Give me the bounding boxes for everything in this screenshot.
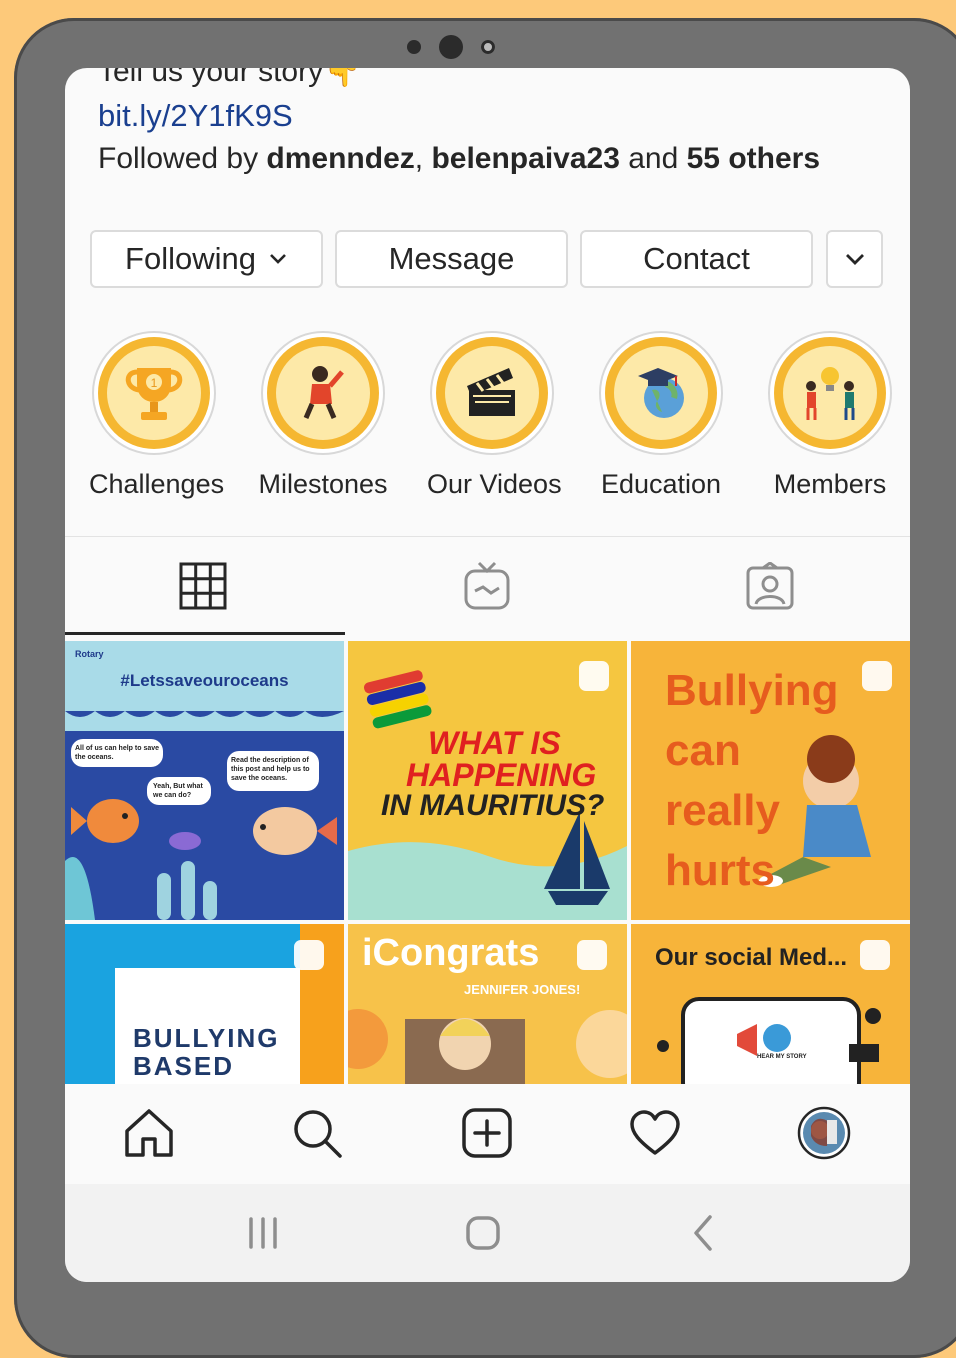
system-back[interactable] (677, 1206, 731, 1260)
highlight-ring (599, 331, 723, 455)
graduation-globe-icon (638, 368, 684, 418)
igtv-badge-icon (579, 661, 609, 691)
post-title-line: IN MAURITIUS? (381, 789, 605, 822)
following-button[interactable]: Following (90, 230, 323, 288)
suggested-dropdown-button[interactable] (826, 230, 883, 288)
team-lightbulb-icon (806, 367, 855, 420)
post-title-line: Bullying (665, 666, 839, 715)
grid-icon (179, 562, 227, 610)
post-title-line: can (665, 726, 741, 775)
followed-prefix: Followed by (98, 142, 267, 175)
bio-text: Tell us your story👇 (98, 68, 361, 88)
post-title-line: BASED (133, 1051, 235, 1081)
igtv-icon (464, 561, 510, 610)
post-title-line: really (665, 786, 780, 835)
post-brand: Rotary (75, 649, 104, 659)
profile-avatar (797, 1106, 851, 1160)
speech-bubble: Yeah, But what we can do? (153, 783, 203, 799)
chevron-down-icon (270, 254, 286, 264)
highlight-members[interactable]: Members (765, 331, 895, 500)
back-icon (694, 1215, 712, 1251)
system-home[interactable] (456, 1206, 510, 1260)
nav-activity[interactable] (628, 1106, 682, 1160)
system-recent-apps[interactable] (236, 1206, 290, 1260)
heart-icon (630, 1110, 680, 1155)
highlight-ring (261, 331, 385, 455)
nav-new-post[interactable] (460, 1106, 514, 1160)
highlight-education[interactable]: Education (596, 331, 726, 500)
speech-bubble: Read the description of this post and he… (231, 757, 310, 782)
sensor-dot (481, 40, 495, 54)
message-button[interactable]: Message (335, 230, 568, 288)
tagged-icon (746, 562, 794, 610)
highlight-label: Challenges (89, 469, 225, 499)
nav-profile[interactable] (797, 1106, 851, 1160)
tab-igtv[interactable] (457, 556, 517, 616)
trophy-icon: 1 (125, 368, 183, 420)
home-icon (125, 1109, 173, 1157)
highlight-challenges[interactable]: 1 Challenges (89, 331, 225, 500)
highlight-ring (430, 331, 554, 455)
followed-by[interactable]: Followed by dmenndez, belenpaiva23 and 5… (98, 142, 820, 176)
multi-post-icon (577, 940, 607, 970)
tab-tagged[interactable] (740, 556, 800, 616)
highlight-our-videos[interactable]: Our Videos (427, 331, 562, 500)
chevron-down-icon (845, 254, 864, 265)
followed-user[interactable]: belenpaiva23 (431, 142, 619, 175)
nav-home[interactable] (122, 1106, 176, 1160)
active-tab-indicator (65, 632, 345, 635)
system-navigation-bar (65, 1184, 910, 1282)
post-bullying-hurts[interactable]: Bullying can really hurts (631, 641, 910, 920)
highlight-ring: 1 (92, 331, 216, 455)
camera-dot (407, 40, 421, 54)
post-subtitle: JENNIFER JONES! (464, 982, 581, 997)
post-title: Our social Med... (655, 944, 848, 971)
multi-post-icon (860, 940, 890, 970)
followed-user[interactable]: dmenndez (266, 142, 414, 175)
new-post-icon (462, 1108, 512, 1158)
highlight-ring (768, 331, 892, 455)
posts-grid: Rotary #Letssaveouroceans All of us can … (65, 641, 910, 1091)
following-label: Following (125, 241, 256, 276)
section-divider (65, 536, 910, 537)
svg-text:1: 1 (151, 376, 158, 390)
post-congrats[interactable]: iCongrats JENNIFER JONES! (348, 924, 627, 1091)
igtv-badge-icon (862, 661, 892, 691)
camera-lens (439, 35, 463, 59)
tab-grid[interactable] (173, 556, 233, 616)
post-brand: HEAR MY STORY (757, 1054, 807, 1060)
highlight-label: Our Videos (427, 469, 562, 499)
bottom-navigation (65, 1084, 910, 1182)
followed-and: and (619, 142, 687, 175)
post-title: iCongrats (362, 932, 540, 974)
multi-post-icon (294, 940, 324, 970)
followed-others[interactable]: 55 others (687, 142, 820, 175)
clapperboard-icon (467, 368, 515, 416)
nav-search[interactable] (290, 1106, 344, 1160)
highlight-label: Members (773, 469, 887, 499)
post-oceans[interactable]: Rotary #Letssaveouroceans All of us can … (65, 641, 344, 920)
post-title: #Letssaveouroceans (120, 671, 289, 690)
contact-label: Contact (643, 241, 750, 276)
message-label: Message (388, 241, 515, 276)
bio-link[interactable]: bit.ly/2Y1fK9S (98, 98, 293, 134)
post-bullying-based[interactable]: BULLYING BASED (65, 924, 344, 1091)
contact-button[interactable]: Contact (580, 230, 813, 288)
home-button-icon (466, 1216, 500, 1250)
phone-screen: Tell us your story👇 bit.ly/2Y1fK9S Follo… (65, 68, 910, 1282)
search-icon (294, 1110, 342, 1158)
highlight-milestones[interactable]: Milestones (258, 331, 388, 500)
speech-bubble: All of us can help to save the oceans. (75, 745, 160, 761)
post-social-media[interactable]: Our social Med... HEAR MY STORY (631, 924, 910, 1091)
post-title-line: hurts (665, 846, 775, 895)
highlight-label: Milestones (258, 469, 388, 499)
followed-separator: , (414, 142, 432, 175)
highlight-label: Education (600, 469, 722, 499)
person-icon (303, 366, 344, 419)
post-mauritius[interactable]: WHAT IS HAPPENING IN MAURITIUS? (348, 641, 627, 920)
recent-apps-icon (249, 1217, 277, 1249)
post-title-line: BULLYING (133, 1023, 280, 1053)
